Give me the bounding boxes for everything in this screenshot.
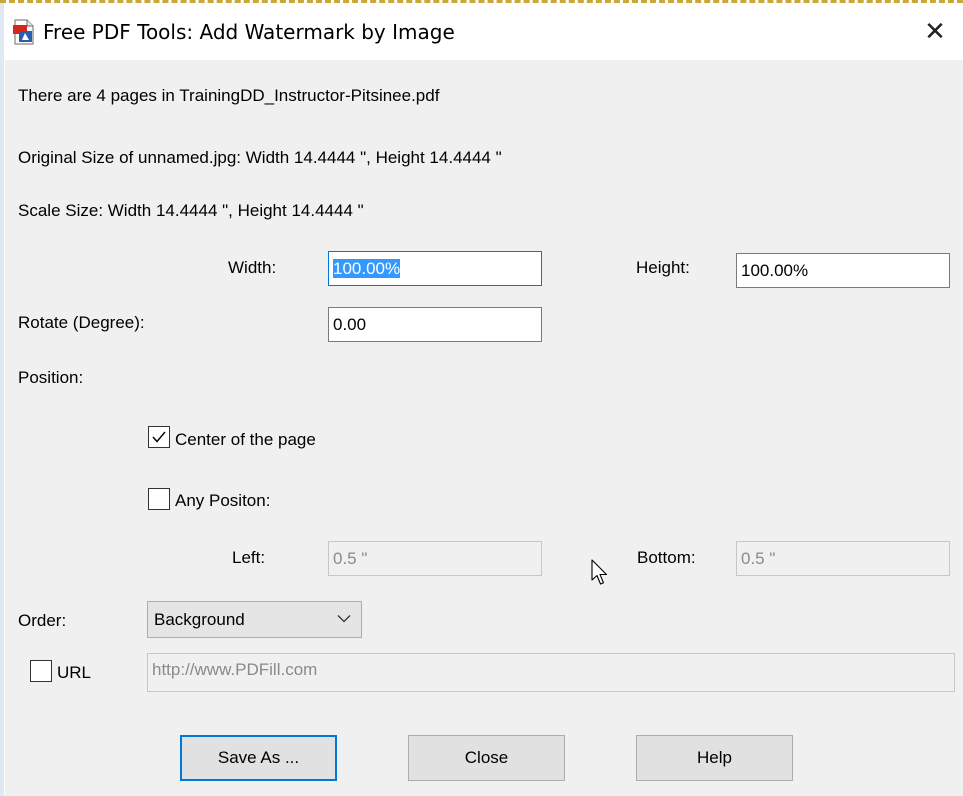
order-dropdown[interactable]: Background (147, 601, 362, 638)
checkmark-icon (152, 431, 166, 443)
scale-size-text: Scale Size: Width 14.4444 ", Height 14.4… (18, 201, 364, 220)
mouse-pointer-icon (591, 559, 608, 585)
url-input[interactable]: http://www.PDFill.com (147, 653, 955, 692)
center-of-page-label[interactable]: Center of the page (175, 430, 316, 450)
page-count-text: There are 4 pages in TrainingDD_Instruct… (18, 86, 440, 105)
any-position-label[interactable]: Any Positon: (175, 491, 270, 511)
background-window-edge (0, 3, 4, 796)
bottom-label: Bottom: (637, 548, 696, 567)
close-button[interactable]: Close (408, 735, 565, 781)
url-label[interactable]: URL (57, 663, 91, 683)
bottom-input[interactable]: 0.5 " (736, 541, 950, 576)
rotate-input[interactable]: 0.00 (328, 307, 542, 342)
position-label: Position: (18, 368, 84, 387)
window-title: Free PDF Tools: Add Watermark by Image (43, 20, 455, 44)
screen-edge-dashed-line (0, 0, 963, 3)
center-of-page-checkbox[interactable] (148, 426, 170, 448)
left-input[interactable]: 0.5 " (328, 541, 542, 576)
add-watermark-dialog: Free PDF Tools: Add Watermark by Image ✕… (5, 4, 963, 796)
height-input[interactable]: 100.00% (736, 253, 950, 288)
width-input-value: 100.00% (333, 259, 401, 278)
url-checkbox[interactable] (30, 660, 52, 682)
chevron-down-icon (337, 615, 351, 623)
left-label: Left: (232, 548, 266, 567)
order-label: Order: (18, 611, 67, 630)
width-input[interactable]: 100.00% (328, 251, 542, 286)
close-window-button[interactable]: ✕ (915, 15, 955, 49)
order-selected-value: Background (154, 610, 245, 629)
pdf-tools-app-icon (13, 19, 35, 45)
help-button[interactable]: Help (636, 735, 793, 781)
title-bar[interactable]: Free PDF Tools: Add Watermark by Image ✕ (5, 4, 963, 60)
rotate-label: Rotate (Degree): (18, 313, 145, 332)
width-label: Width: (228, 258, 277, 277)
original-size-text: Original Size of unnamed.jpg: Width 14.4… (18, 148, 502, 167)
save-as-button[interactable]: Save As ... (180, 735, 337, 781)
height-label: Height: (636, 258, 690, 277)
any-position-checkbox[interactable] (148, 488, 170, 510)
